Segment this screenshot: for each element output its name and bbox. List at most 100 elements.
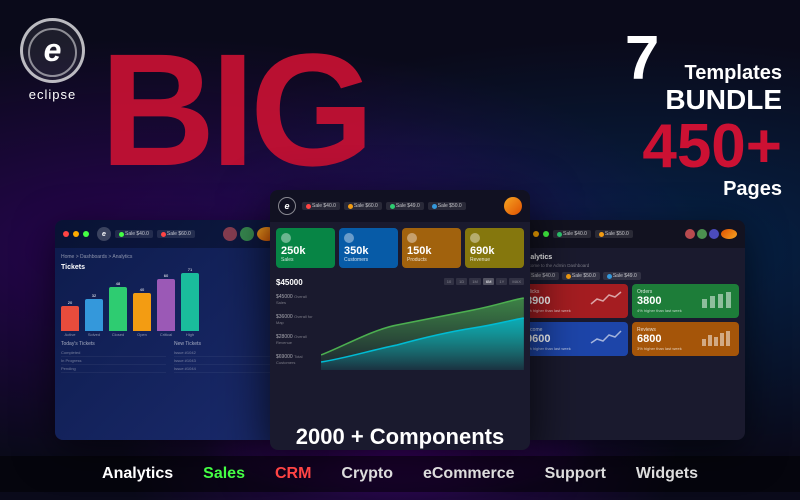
analytics-title: Analytics [521, 254, 739, 261]
today-tickets-col: Today's Tickets Completed In Progress Pe… [61, 341, 166, 373]
center-nav-2: Sale $60.0 [344, 202, 382, 210]
stat-revenue: 690k Revenue [465, 228, 524, 268]
today-item-completed: Completed [61, 349, 166, 357]
stat-reviews: Reviews 6800 3% higher than last week [632, 322, 739, 356]
bar-val-solved: 32 [92, 293, 96, 298]
stat-orders: Orders 3800 4% higher than last week [632, 284, 739, 318]
right-nav-2: Sale $50.0 [595, 230, 633, 238]
stat-sales-icon [281, 233, 291, 243]
bar-body-high [181, 273, 199, 331]
logo-circle: e [20, 18, 85, 83]
chart-label-3: $28000 Overall Revenue [276, 334, 315, 346]
nav-support[interactable]: Support [545, 465, 606, 483]
components-text: 2000 + Components [296, 424, 504, 450]
bar-active: 20 Active [61, 300, 79, 337]
stat-revenue-number: 690k [470, 245, 519, 257]
today-section: Today's Tickets Completed In Progress Pe… [61, 341, 279, 373]
stat-customers-number: 350k [344, 245, 393, 257]
bar-critical: 60 Critical [157, 273, 175, 337]
stat-products-icon [407, 233, 417, 243]
brand-name: eclipse [29, 87, 76, 102]
bar-body-critical [157, 279, 175, 331]
brand-logo: e eclipse [20, 18, 85, 102]
templates-label: Templates [665, 61, 782, 85]
bar-open: 40 Open [133, 287, 151, 337]
stat-sales: 250k Sales [276, 228, 335, 268]
center-nav-3: Sale $49.0 [386, 202, 424, 210]
nav-widgets[interactable]: Widgets [636, 465, 698, 483]
analytics-subtitle: Welcome to the Admin Dashboard [521, 263, 739, 268]
chart-svg-wrapper [321, 290, 524, 370]
right-nav-pills: Sale $40.0 Sale $50.0 Sale $49.0 [521, 272, 739, 280]
stat-revenue-icon [470, 233, 480, 243]
orders-sparkline [700, 289, 735, 314]
bar-high: 71 High [181, 267, 199, 337]
today-item-2: Pending [61, 365, 166, 373]
stat-products-number: 150k [407, 245, 456, 257]
nav-sales[interactable]: Sales [203, 465, 245, 483]
ctrl-6m[interactable]: 6M [483, 278, 495, 285]
ctrl-max[interactable]: MAX [509, 278, 524, 285]
new-tickets-col: New Tickets Issue #1042 Issue #1043 Issu… [174, 341, 279, 373]
bar-label-critical: Critical [160, 332, 172, 337]
reviews-sparkline [700, 327, 735, 352]
right-dot-yellow [533, 231, 539, 237]
chart-with-labels: $45000 Overall Sales $36000 Overall for … [276, 290, 524, 370]
nav-crm[interactable]: CRM [275, 465, 311, 483]
bar-body-active [61, 306, 79, 331]
pages-number: 450+ [642, 116, 782, 178]
center-nav: Sale $40.0 Sale $60.0 Sale $49.0 Sale $5… [302, 202, 498, 210]
ctrl-1y[interactable]: 1Y [496, 278, 507, 285]
bar-val-critical: 60 [164, 273, 168, 278]
stat-customers-label: Customers [344, 257, 393, 263]
ticket-bar-chart: 20 Active 32 Solved 48 Closed 40 [61, 277, 279, 337]
bar-val-closed: 48 [116, 281, 120, 286]
today-tickets-label: Today's Tickets [61, 341, 166, 347]
new-item-2: Issue #1043 [174, 357, 279, 365]
bar-body-open [133, 293, 151, 331]
chart-labels-col: $45000 Overall Sales $36000 Overall for … [276, 290, 315, 370]
bar-label-high: High [186, 332, 194, 337]
stat-clicks: Clicks 8900 4% higher than last week [521, 284, 628, 318]
stat-customers: 350k Customers [339, 228, 398, 268]
center-dash-header: e Sale $40.0 Sale $60.0 Sale $49.0 Sale … [270, 190, 530, 222]
ctrl-1d[interactable]: 1D [456, 278, 467, 285]
center-logo: e [278, 197, 296, 215]
stat-sales-label: Sales [281, 257, 330, 263]
bar-val-active: 20 [68, 300, 72, 305]
today-item-1: In Progress [61, 357, 166, 365]
bar-val-high: 71 [188, 267, 192, 272]
hero-big-text: BIG [100, 30, 369, 190]
nav-crypto[interactable]: Crypto [341, 465, 393, 483]
right-dot-green [543, 231, 549, 237]
nav-analytics[interactable]: Analytics [102, 465, 173, 483]
new-item-3: Issue #1044 [174, 365, 279, 373]
left-nav-item-1: Sale $40.0 [115, 230, 153, 238]
center-stats: 250k Sales 350k Customers 150k Products … [270, 222, 530, 274]
center-chart-area: $45000 10 1D 1M 6M 1Y MAX $45000 Overall… [270, 274, 530, 374]
nav-ecommerce[interactable]: eCommerce [423, 465, 515, 483]
center-nav-4: Sale $50.0 [428, 202, 466, 210]
bar-closed: 48 Closed [109, 281, 127, 337]
stat-products: 150k Products [402, 228, 461, 268]
right-stats-grid: Clicks 8900 4% higher than last week Ord… [521, 284, 739, 356]
new-tickets-label: New Tickets [174, 341, 279, 347]
right-pill-3: Sale $49.0 [603, 272, 641, 280]
bar-label-active: Active [65, 332, 76, 337]
stat-products-label: Products [407, 257, 456, 263]
income-sparkline [589, 327, 624, 352]
dot-green [83, 231, 89, 237]
ctrl-1m[interactable]: 1M [469, 278, 481, 285]
ctrl-10[interactable]: 10 [444, 278, 454, 285]
right-dash-header: Sale $40.0 Sale $50.0 [515, 220, 745, 248]
stat-income: Income 9600 5% higher than last week [521, 322, 628, 356]
center-nav-1: Sale $40.0 [302, 202, 340, 210]
logo-letter: e [44, 32, 62, 69]
clicks-sparkline [589, 289, 624, 314]
stat-revenue-label: Revenue [470, 257, 519, 263]
dot-yellow [73, 231, 79, 237]
bar-val-open: 40 [140, 287, 144, 292]
dashboard-center: e Sale $40.0 Sale $60.0 Sale $49.0 Sale … [270, 190, 530, 450]
bar-body-closed [109, 287, 127, 331]
stat-sales-number: 250k [281, 245, 330, 257]
